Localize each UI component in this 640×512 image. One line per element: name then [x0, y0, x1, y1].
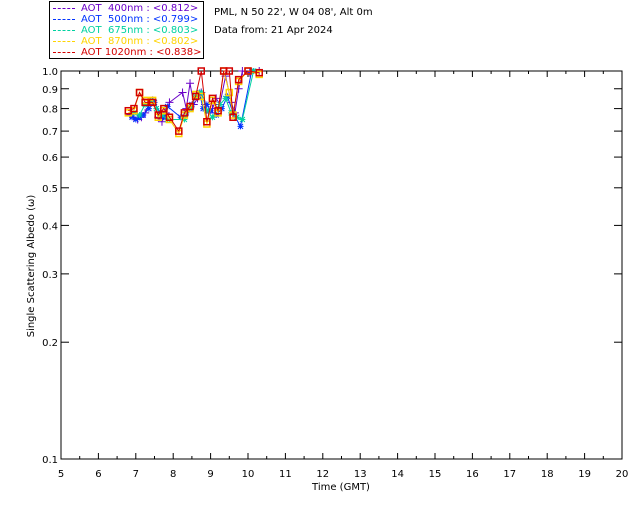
legend-item-1020nm: AOT 1020nm : <0.838>	[50, 47, 205, 58]
x-tick-label: 20	[616, 469, 629, 480]
legend-label: AOT 675nm : <0.803>	[81, 25, 199, 36]
x-tick-label: 19	[578, 469, 591, 480]
x-axis-label: Time (GMT)	[311, 482, 370, 493]
data-point	[178, 88, 187, 97]
legend-swatch	[53, 8, 75, 9]
plot-area	[124, 67, 264, 138]
legend-item-870nm: AOT 870nm : <0.802>	[50, 36, 205, 47]
x-tick-label: 9	[207, 469, 213, 480]
y-tick-label: 0.5	[42, 184, 58, 195]
x-tick-label: 6	[95, 469, 101, 480]
legend-item-400nm: AOT 400nm : <0.812>	[50, 3, 205, 14]
legend-item-500nm: AOT 500nm : <0.799>	[50, 14, 205, 25]
legend-swatch	[53, 30, 75, 31]
x-tick-label: 7	[133, 469, 139, 480]
albedo-chart: 5 6 7 8 9 10 11 12 13 14 15 16 17 18 19 20 0.1 0.2 0.3 0.4 0…	[26, 67, 628, 493]
legend-label: AOT 500nm : <0.799>	[81, 14, 199, 25]
legend: AOT 400nm : <0.812> AOT 500nm : <0.799> …	[49, 1, 204, 59]
x-tick-label: 18	[541, 469, 554, 480]
data-point	[237, 123, 244, 130]
x-tick-label: 8	[170, 469, 176, 480]
x-tick-label: 16	[466, 469, 479, 480]
axes: 5 6 7 8 9 10 11 12 13 14 15 16 17 18 19 20 0.1 0.2 0.3 0.4 0…	[42, 67, 628, 480]
x-tick-label: 10	[242, 469, 255, 480]
y-axis-label: Single Scattering Albedo (ω)	[26, 195, 37, 338]
legend-swatch	[53, 19, 75, 20]
site-info: PML, N 50 22', W 04 08', Alt 0m	[214, 7, 373, 18]
legend-label: AOT 870nm : <0.802>	[81, 36, 199, 47]
legend-swatch	[53, 52, 75, 53]
y-tick-label: 0.4	[42, 221, 58, 232]
plot-frame	[60, 70, 623, 460]
legend-swatch	[53, 41, 75, 42]
legend-label: AOT 400nm : <0.812>	[81, 3, 199, 14]
date-info: Data from: 21 Apr 2024	[214, 25, 333, 36]
y-tick-label: 0.3	[42, 270, 58, 281]
x-tick-label: 5	[58, 469, 64, 480]
data-point	[234, 84, 243, 93]
legend-label: AOT 1020nm : <0.838>	[81, 47, 202, 58]
x-tick-label: 15	[429, 469, 442, 480]
legend-item-675nm: AOT 675nm : <0.803>	[50, 25, 205, 36]
x-tick-label: 17	[503, 469, 516, 480]
y-tick-label: 0.2	[42, 338, 58, 349]
x-tick-label: 12	[316, 469, 329, 480]
data-point	[186, 79, 195, 88]
data-point	[239, 116, 246, 123]
y-tick-label: 0.6	[42, 153, 58, 164]
x-tick-label: 13	[354, 469, 367, 480]
x-tick-label: 11	[279, 469, 292, 480]
y-tick-label: 0.8	[42, 105, 58, 116]
x-tick-label: 14	[391, 469, 404, 480]
y-tick-label: 0.7	[42, 127, 58, 138]
y-tick-label: 0.1	[42, 455, 58, 466]
